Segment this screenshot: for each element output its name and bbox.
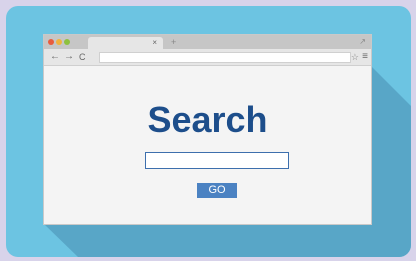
maximize-window-dot[interactable]: [64, 39, 70, 45]
page-content: Search GO: [44, 66, 371, 224]
browser-toolbar: ← → C ☆ ≡: [44, 49, 371, 66]
browser-tab[interactable]: ×: [88, 37, 163, 49]
address-bar[interactable]: [99, 52, 351, 63]
bookmark-star-icon[interactable]: ☆: [351, 51, 359, 63]
illustration-card: × + ↗ ← → C ☆ ≡ Search GO: [6, 6, 411, 257]
back-arrow-icon[interactable]: ←: [50, 51, 60, 63]
go-button[interactable]: GO: [197, 183, 237, 198]
new-tab-icon[interactable]: +: [171, 36, 176, 48]
search-heading: Search: [147, 99, 268, 140]
reload-icon[interactable]: C: [79, 51, 86, 63]
forward-arrow-icon[interactable]: →: [64, 51, 74, 63]
browser-window: × + ↗ ← → C ☆ ≡ Search GO: [44, 35, 371, 224]
close-window-dot[interactable]: [48, 39, 54, 45]
tab-close-icon[interactable]: ×: [152, 38, 157, 48]
expand-icon[interactable]: ↗: [359, 37, 366, 47]
menu-icon[interactable]: ≡: [362, 51, 368, 63]
search-input[interactable]: [145, 152, 289, 169]
minimize-window-dot[interactable]: [56, 39, 62, 45]
title-bar: × + ↗: [44, 35, 371, 49]
